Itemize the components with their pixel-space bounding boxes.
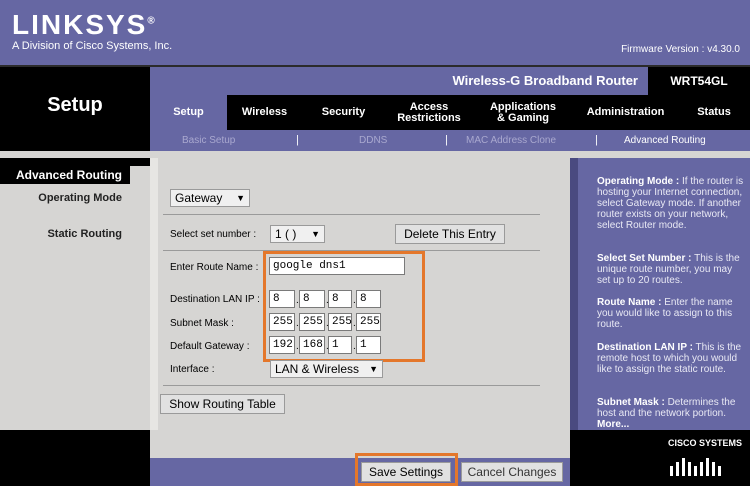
tab-administration[interactable]: Administration: [573, 95, 678, 130]
model-name: WRT54GL: [648, 67, 750, 95]
interface-select[interactable]: LAN & Wireless ▼: [270, 360, 383, 378]
route-fields-highlight: [263, 251, 425, 362]
tab-access-restrictions[interactable]: Access Restrictions: [385, 95, 473, 130]
subtab-mac-address-clone[interactable]: MAC Address Clone: [466, 130, 556, 151]
help-more-link[interactable]: More...: [597, 419, 747, 430]
product-name: Wireless-G Broadband Router: [150, 67, 648, 95]
show-routing-table-button[interactable]: Show Routing Table: [160, 394, 285, 414]
destination-ip-label: Destination LAN IP :: [170, 294, 260, 305]
cancel-changes-button[interactable]: Cancel Changes: [461, 462, 563, 482]
sidebar-title: Advanced Routing: [0, 166, 130, 184]
section-divider: [163, 214, 540, 215]
subtab-ddns[interactable]: DDNS: [359, 130, 387, 151]
select-set-label: Select set number :: [170, 229, 257, 240]
help-set-number: Select Set Number : This is the unique r…: [597, 253, 740, 286]
subtab-basic-setup[interactable]: Basic Setup: [182, 130, 235, 151]
static-routing-label: Static Routing: [47, 228, 122, 240]
set-number-select[interactable]: 1 ( ) ▼: [270, 225, 325, 243]
default-gateway-label: Default Gateway :: [170, 341, 250, 352]
delete-entry-button[interactable]: Delete This Entry: [395, 224, 505, 244]
chevron-down-icon: ▼: [369, 364, 378, 374]
cisco-logo: CISCO SYSTEMS: [668, 438, 742, 478]
cisco-bridge-icon: [670, 458, 721, 476]
help-subnet-mask: Subnet Mask : Determines the host and th…: [597, 397, 736, 419]
route-name-label: Enter Route Name :: [170, 262, 259, 273]
subtab-separator: |: [595, 134, 598, 146]
save-button-highlight: [355, 453, 458, 486]
chevron-down-icon: ▼: [311, 229, 320, 239]
subtab-separator: |: [296, 134, 299, 146]
help-operating-mode: Operating Mode : If the router is hostin…: [597, 176, 744, 231]
spacer-strip: [0, 151, 750, 158]
tab-setup[interactable]: Setup: [150, 95, 227, 130]
sub-tabs: Basic Setup | DDNS | MAC Address Clone |…: [150, 130, 750, 151]
cisco-logo-text: CISCO SYSTEMS: [668, 438, 743, 448]
subtab-advanced-routing[interactable]: Advanced Routing: [624, 130, 706, 151]
subnet-mask-label: Subnet Mask :: [170, 318, 234, 329]
interface-label: Interface :: [170, 364, 215, 375]
operating-mode-select[interactable]: Gateway ▼: [170, 189, 250, 207]
main-tabs: Setup Wireless Security Access Restricti…: [150, 95, 750, 130]
subtab-separator: |: [445, 134, 448, 146]
chevron-down-icon: ▼: [236, 193, 245, 203]
linksys-logo: LINKSYS®: [12, 9, 157, 40]
operating-mode-label: Operating Mode: [38, 192, 122, 204]
tab-status[interactable]: Status: [678, 95, 750, 130]
footer-left: [0, 430, 150, 486]
sidebar-cap: [0, 158, 150, 166]
tab-applications-gaming[interactable]: Applications & Gaming: [473, 95, 573, 130]
tab-security[interactable]: Security: [302, 95, 385, 130]
help-route-name: Route Name : Enter the name you would li…: [597, 297, 733, 330]
tab-wireless[interactable]: Wireless: [227, 95, 302, 130]
section-divider: [163, 385, 540, 386]
section-title: Setup: [0, 67, 150, 158]
sidebar: [0, 166, 150, 430]
help-destination-ip: Destination LAN IP : This is the remote …: [597, 342, 742, 375]
firmware-version: Firmware Version : v4.30.0: [621, 44, 740, 55]
logo-subtitle: A Division of Cisco Systems, Inc.: [12, 40, 173, 52]
